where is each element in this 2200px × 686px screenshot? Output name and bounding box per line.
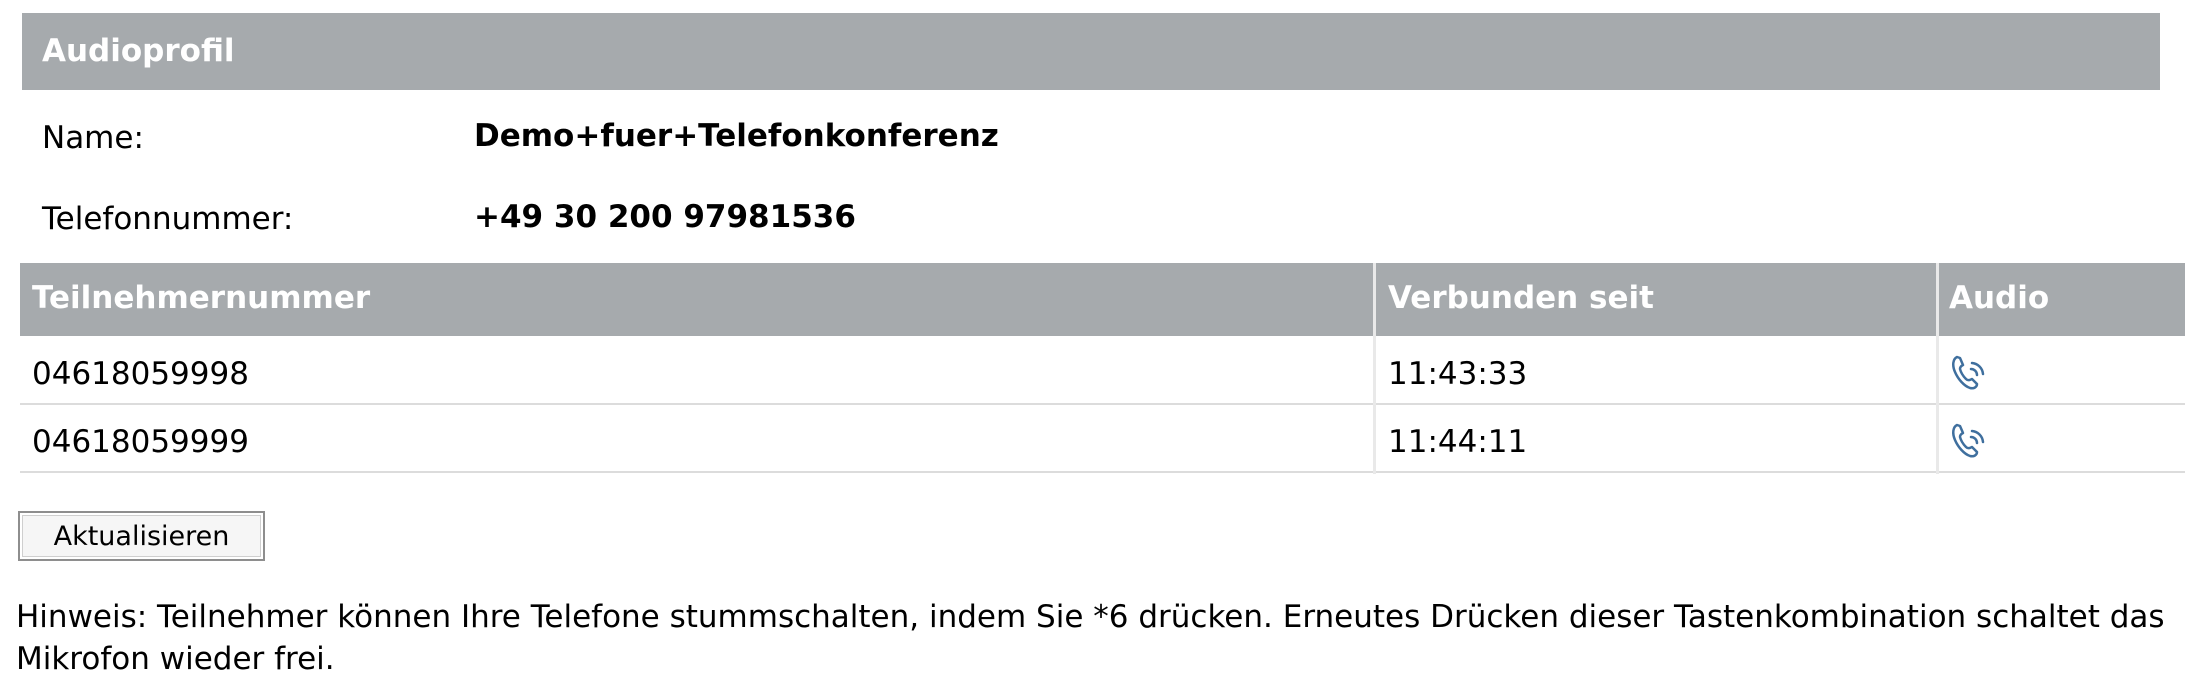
column-header-participant-number: Teilnehmernummer bbox=[20, 263, 1373, 336]
column-header-audio: Audio bbox=[1939, 263, 2185, 336]
participant-number-cell: 04618059998 bbox=[20, 339, 1373, 405]
connected-since-cell: 11:43:33 bbox=[1376, 339, 1936, 405]
column-header-connected-since: Verbunden seit bbox=[1376, 263, 1936, 336]
mute-hint-text: Hinweis: Teilnehmer können Ihre Telefone… bbox=[16, 599, 2165, 677]
participant-number-cell: 04618059999 bbox=[20, 407, 1373, 473]
phone-number-value: +49 30 200 97981536 bbox=[474, 199, 856, 235]
audio-cell bbox=[1939, 407, 2185, 473]
phone-number-label: Telefonnummer: bbox=[42, 201, 294, 237]
refresh-button[interactable]: Aktualisieren bbox=[18, 511, 265, 561]
phone-audio-icon[interactable] bbox=[1948, 421, 1988, 461]
profile-name-value: Demo+fuer+Telefonkonferenz bbox=[474, 118, 999, 154]
phone-audio-icon[interactable] bbox=[1948, 353, 1988, 393]
connected-since-cell: 11:44:11 bbox=[1376, 407, 1936, 473]
audio-cell bbox=[1939, 339, 2185, 405]
name-label: Name: bbox=[42, 120, 144, 156]
audio-profile-header: Audioprofil bbox=[22, 13, 2160, 90]
